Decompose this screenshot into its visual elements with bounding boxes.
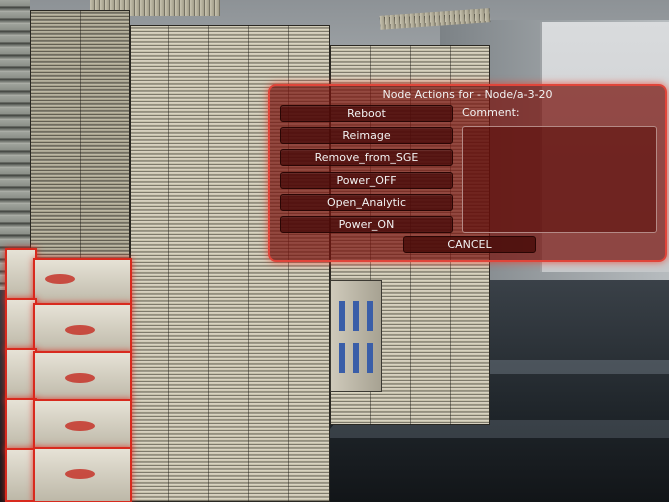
blade-slot: [353, 301, 359, 331]
highlighted-node[interactable]: [33, 447, 132, 502]
node-logo: [65, 469, 95, 479]
rack-divider: [168, 25, 169, 502]
open-analytic-button[interactable]: Open_Analytic: [280, 194, 453, 211]
blade-slot: [339, 301, 345, 331]
blade-slot: [367, 343, 373, 373]
node-logo: [65, 421, 95, 431]
highlighted-node[interactable]: [33, 303, 132, 355]
blade-chassis[interactable]: [330, 280, 382, 392]
blade-slot: [353, 343, 359, 373]
rack-divider: [208, 25, 209, 502]
comment-label: Comment:: [462, 106, 520, 119]
reboot-button[interactable]: Reboot: [280, 105, 453, 122]
node-logo: [65, 325, 95, 335]
power-off-button[interactable]: Power_OFF: [280, 172, 453, 189]
comment-field[interactable]: [462, 126, 657, 233]
cancel-button[interactable]: CANCEL: [403, 236, 536, 253]
distant-rack[interactable]: [0, 0, 30, 290]
node-logo: [45, 274, 75, 284]
remove-from-sge-button[interactable]: Remove_from_SGE: [280, 149, 453, 166]
blade-slot: [339, 343, 345, 373]
rack-divider: [248, 25, 249, 502]
dialog-title: Node Actions for - Node/a-3-20: [382, 88, 553, 101]
highlighted-node[interactable]: [33, 258, 132, 307]
reimage-button[interactable]: Reimage: [280, 127, 453, 144]
blade-slot: [367, 301, 373, 331]
power-on-button[interactable]: Power_ON: [280, 216, 453, 233]
highlighted-node[interactable]: [33, 399, 132, 451]
highlighted-node[interactable]: [33, 351, 132, 403]
node-actions-dialog: Node Actions for - Node/a-3-20 Reboot Re…: [268, 84, 667, 262]
node-logo: [65, 373, 95, 383]
